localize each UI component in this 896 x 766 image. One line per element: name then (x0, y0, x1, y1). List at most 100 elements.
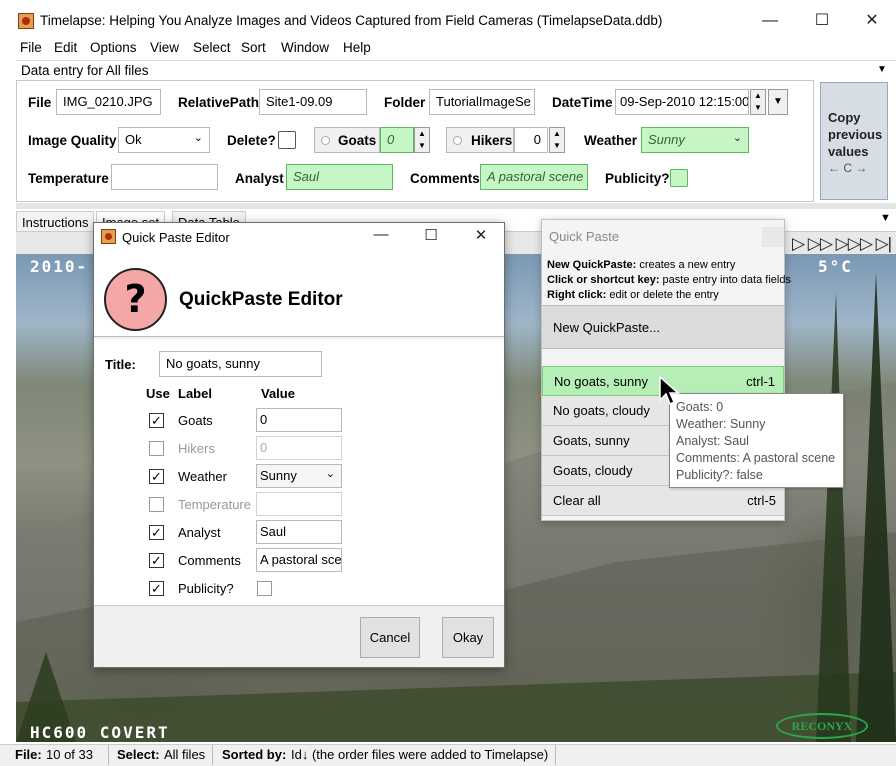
menu-options[interactable]: Options (90, 40, 137, 55)
cancel-button[interactable]: Cancel (360, 617, 420, 658)
use-checkbox-goats[interactable]: ✓ (149, 413, 164, 428)
analyst-field[interactable]: Saul (286, 164, 393, 190)
row-label-goats: Goats (178, 413, 213, 428)
count-marker-icon (453, 136, 462, 145)
row-value-analyst[interactable]: Saul (256, 520, 342, 544)
menu-help[interactable]: Help (343, 40, 371, 55)
column-header-value: Value (261, 386, 295, 401)
quickpaste-item-label: Clear all (553, 493, 601, 508)
row-value-goats[interactable]: 0 (256, 408, 342, 432)
row-value-hikers[interactable]: 0 (256, 436, 342, 460)
tooltip-line: Analyst: Saul (676, 434, 749, 448)
copy-previous-shortcut: ← C → (828, 161, 868, 175)
image-temperature-stamp: 5°C (818, 257, 853, 276)
menu-view[interactable]: View (150, 40, 179, 55)
status-sorted-value: Id↓ (the order files were added to Timel… (291, 747, 549, 762)
close-button[interactable]: ✕ (850, 8, 894, 34)
minimize-button[interactable]: — (748, 8, 792, 34)
row-label-hikers: Hikers (178, 441, 215, 456)
use-checkbox-analyst[interactable]: ✓ (149, 525, 164, 540)
hikers-spinner[interactable]: ▲ ▼ (549, 127, 565, 153)
goats-label: Goats (338, 133, 377, 148)
datetime-spinner[interactable]: ▲ ▼ (750, 89, 766, 115)
use-checkbox-temperature[interactable] (149, 497, 164, 512)
row-value-weather-select[interactable]: Sunny ⌄ (256, 464, 342, 488)
row-value-comments[interactable]: A pastoral scene (256, 548, 342, 572)
use-checkbox-comments[interactable]: ✓ (149, 553, 164, 568)
datetime-dropdown-icon[interactable]: ▼ (768, 89, 788, 115)
status-file-label: File: (15, 747, 42, 762)
image-date-stamp: 2010- (30, 257, 89, 276)
dialog-close-button[interactable]: ✕ (466, 226, 496, 246)
dialog-minimize-button[interactable]: — (366, 226, 396, 246)
panel-menu-icon[interactable]: ▼ (877, 64, 887, 75)
quickpaste-close-button[interactable] (762, 227, 784, 247)
status-file-value: 10 of 33 (46, 747, 93, 762)
okay-button[interactable]: Okay (442, 617, 494, 658)
dialog-heading: QuickPaste Editor (179, 289, 343, 310)
tab-menu-icon[interactable]: ▼ (880, 212, 891, 224)
status-select-label: Select: (117, 747, 160, 762)
help-term: Right click: (547, 289, 607, 301)
row-label-analyst: Analyst (178, 525, 221, 540)
menu-edit[interactable]: Edit (54, 40, 77, 55)
panel-splitter[interactable] (16, 203, 896, 209)
relpath-field[interactable]: Site1-09.09 (259, 89, 367, 115)
datetime-field[interactable]: 09-Sep-2010 12:15:00 (615, 89, 749, 115)
use-checkbox-hikers[interactable] (149, 441, 164, 456)
menu-select[interactable]: Select (193, 40, 231, 55)
temperature-field[interactable] (111, 164, 218, 190)
quality-label: Image Quality (28, 133, 117, 148)
weather-select[interactable]: Sunny ⌄ (641, 127, 749, 153)
comments-field[interactable]: A pastoral scene (480, 164, 588, 190)
publicity-checkbox[interactable] (670, 169, 688, 187)
file-field[interactable]: IMG_0210.JPG (56, 89, 161, 115)
tab-instructions[interactable]: Instructions (16, 211, 95, 232)
temperature-label: Temperature (28, 171, 109, 186)
maximize-button[interactable]: ☐ (800, 8, 844, 34)
delete-label: Delete? (227, 133, 276, 148)
analyst-label: Analyst (235, 171, 284, 186)
reconyx-logo: RECONYX (776, 713, 868, 739)
goats-field[interactable]: 0 (380, 127, 414, 153)
row-value-temperature[interactable] (256, 492, 342, 516)
row-label-publicity: Publicity? (178, 581, 234, 596)
window-title: Timelapse: Helping You Analyze Images an… (40, 13, 663, 28)
row-value-publicity-checkbox[interactable] (257, 581, 272, 596)
help-term: Click or shortcut key: (547, 274, 660, 286)
playback-controls-icon[interactable]: ▷ ▷▷ ▷▷▷ ▷| (792, 234, 892, 254)
weather-label: Weather (584, 133, 638, 148)
copy-previous-button[interactable]: Copy previous values (820, 82, 888, 200)
dialog-title: Quick Paste Editor (122, 230, 230, 245)
use-checkbox-weather[interactable]: ✓ (149, 469, 164, 484)
quickpaste-item-label: No goats, cloudy (553, 403, 650, 418)
use-checkbox-publicity[interactable]: ✓ (149, 581, 164, 596)
quickpaste-item-shortcut: ctrl-1 (746, 374, 775, 389)
file-label: File (28, 95, 52, 110)
goats-spinner[interactable]: ▲ ▼ (414, 127, 430, 153)
app-icon (101, 229, 116, 244)
help-text: creates a new entry (636, 259, 736, 271)
tooltip-line: Comments: A pastoral scene (676, 451, 836, 465)
menu-file[interactable]: File (20, 40, 42, 55)
quickpaste-item[interactable]: Clear all ctrl-5 (542, 486, 784, 516)
tooltip-line: Publicity?: false (676, 468, 763, 482)
menu-window[interactable]: Window (281, 40, 329, 55)
quality-select[interactable]: Ok ⌄ (118, 127, 210, 153)
quickpaste-title-input[interactable]: No goats, sunny (159, 351, 322, 377)
status-sorted-label: Sorted by: (222, 747, 287, 762)
help-text: paste entry into data fields (659, 274, 791, 286)
folder-field[interactable]: TutorialImageSe (429, 89, 535, 115)
folder-label: Folder (384, 95, 426, 110)
hikers-field[interactable]: 0 (514, 127, 548, 153)
chevron-down-icon: ⌄ (325, 468, 335, 480)
mouse-cursor-icon (659, 376, 680, 406)
dialog-maximize-button[interactable]: ☐ (416, 226, 446, 246)
status-separator (555, 745, 556, 765)
menu-sort[interactable]: Sort (241, 40, 266, 55)
delete-checkbox[interactable] (278, 131, 296, 149)
count-marker-icon (321, 136, 330, 145)
tooltip-line: Goats: 0 (676, 400, 724, 414)
column-header-label: Label (178, 386, 212, 401)
new-quickpaste-button[interactable]: New QuickPaste... (542, 305, 784, 349)
